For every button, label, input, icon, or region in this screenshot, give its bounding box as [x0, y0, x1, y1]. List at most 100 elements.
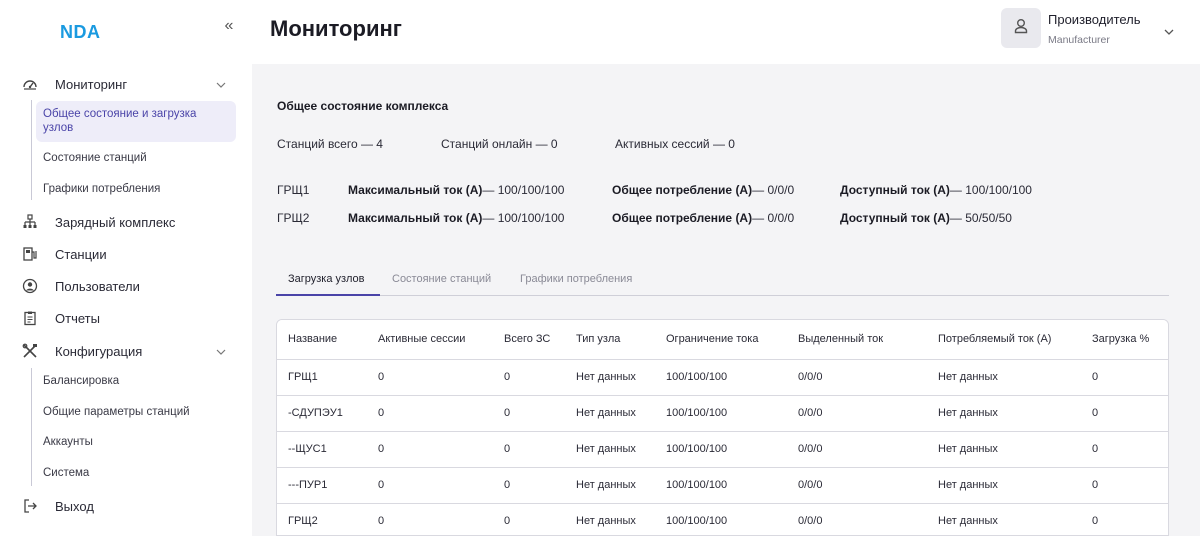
table-row[interactable]: ---ПУР1 0 0 Нет данных 100/100/100 0/0/0… — [277, 468, 1168, 504]
column-header[interactable]: Ограничение тока — [666, 333, 758, 345]
table-cell: 0 — [378, 407, 385, 419]
logout-icon — [22, 498, 38, 514]
sidebar-item-reports[interactable]: Отчеты — [0, 305, 252, 331]
table-cell: ---ПУР1 — [288, 479, 328, 491]
group-max-current: Максимальный ток (А)— 100/100/100 — [348, 211, 564, 225]
max-current-value: — 100/100/100 — [482, 183, 565, 197]
clipboard-icon — [22, 310, 38, 326]
consumption-value: — 0/0/0 — [752, 183, 795, 197]
table-cell: 0 — [378, 515, 385, 527]
consumption-label: Общее потребление (А) — [612, 183, 753, 197]
sidebar-item-logout[interactable]: Выход — [0, 493, 252, 519]
submenu-divider — [31, 100, 32, 200]
table-row[interactable]: ГРЩ2 0 0 Нет данных 100/100/100 0/0/0 Не… — [277, 504, 1168, 535]
sidebar: NDA « Мониторинг Общее состояние и загру… — [0, 0, 252, 536]
table-cell: 100/100/100 — [666, 479, 728, 491]
table-cell: 0/0/0 — [798, 515, 823, 527]
sidebar-subitem-overview[interactable]: Общее состояние и загрузка узлов — [43, 107, 223, 135]
max-current-label: Максимальный ток (А) — [348, 211, 483, 225]
chevron-up-icon — [215, 78, 227, 90]
group-max-current: Максимальный ток (А)— 100/100/100 — [348, 183, 564, 197]
column-header[interactable]: Загрузка % — [1092, 333, 1149, 345]
table-row[interactable]: -СДУПЭУ1 0 0 Нет данных 100/100/100 0/0/… — [277, 396, 1168, 432]
sidebar-subitem-system[interactable]: Система — [43, 467, 89, 479]
table-cell: 0/0/0 — [798, 407, 823, 419]
table-cell: 0/0/0 — [798, 371, 823, 383]
available-current-label: Доступный ток (А) — [840, 211, 950, 225]
group-consumption: Общее потребление (А)— 0/0/0 — [612, 183, 794, 197]
table-cell: 0 — [504, 407, 511, 419]
table-cell: -СДУПЭУ1 — [288, 407, 343, 419]
table-cell: 0 — [504, 371, 511, 383]
table-cell: 0 — [504, 443, 511, 455]
page-title: Мониторинг — [270, 16, 402, 41]
table-cell: 0 — [504, 479, 511, 491]
table-header: Название Активные сессии Всего ЗС Тип уз… — [277, 320, 1168, 360]
user-role: Manufacturer — [1048, 34, 1110, 46]
charging-station-icon — [22, 246, 38, 262]
sidebar-item-charging-complex[interactable]: Зарядный комплекс — [0, 209, 252, 235]
table-cell: ГРЩ2 — [288, 515, 318, 527]
column-header[interactable]: Выделенный ток — [798, 333, 883, 345]
consumption-label: Общее потребление (А) — [612, 211, 753, 225]
user-icon — [1012, 17, 1030, 40]
collapse-sidebar-button[interactable]: « — [220, 17, 238, 37]
chevron-down-icon[interactable] — [1163, 24, 1175, 35]
sidebar-item-label: Станции — [55, 246, 107, 262]
sidebar-subitem-accounts[interactable]: Аккаунты — [43, 436, 93, 448]
stations-online: Станций онлайн — 0 — [441, 137, 558, 151]
table-cell: 0 — [378, 443, 385, 455]
sidebar-subitem-balancing[interactable]: Балансировка — [43, 375, 119, 387]
sidebar-item-label: Выход — [55, 498, 94, 514]
sidebar-item-label: Мониторинг — [55, 76, 128, 92]
tab-consumption-charts[interactable]: Графики потребления — [520, 273, 632, 285]
sidebar-item-stations[interactable]: Станции — [0, 241, 252, 267]
stations-total: Станций всего — 4 — [277, 137, 383, 151]
active-tab-indicator — [276, 294, 380, 296]
column-header[interactable]: Тип узла — [576, 333, 620, 345]
table-cell: Нет данных — [576, 479, 636, 491]
table-cell: 100/100/100 — [666, 407, 728, 419]
chevron-up-icon — [215, 345, 227, 357]
table-row[interactable]: ГРЩ1 0 0 Нет данных 100/100/100 0/0/0 Не… — [277, 360, 1168, 396]
table-cell: 0 — [1092, 515, 1099, 527]
sidebar-item-monitoring[interactable]: Мониторинг — [0, 71, 252, 97]
table-cell: 0 — [504, 515, 511, 527]
sidebar-item-label: Отчеты — [55, 310, 100, 326]
user-avatar[interactable] — [1001, 8, 1041, 48]
sidebar-item-label: Пользователи — [55, 278, 140, 294]
group-consumption: Общее потребление (А)— 0/0/0 — [612, 211, 794, 225]
table-cell: Нет данных — [576, 515, 636, 527]
max-current-value: — 100/100/100 — [482, 211, 565, 225]
tab-node-load[interactable]: Загрузка узлов — [288, 273, 364, 285]
table-row[interactable]: --ЩУС1 0 0 Нет данных 100/100/100 0/0/0 … — [277, 432, 1168, 468]
sidebar-item-configuration[interactable]: Конфигурация — [0, 338, 252, 364]
sidebar-item-label: Конфигурация — [55, 343, 143, 359]
tools-icon — [22, 343, 38, 359]
sidebar-subitem-station-params[interactable]: Общие параметры станций — [43, 406, 190, 418]
column-header[interactable]: Всего ЗС — [504, 333, 550, 345]
table-cell: 0 — [1092, 371, 1099, 383]
table-cell: 0 — [1092, 443, 1099, 455]
column-header[interactable]: Название — [288, 333, 337, 345]
user-name[interactable]: Производитель — [1048, 12, 1141, 27]
max-current-label: Максимальный ток (А) — [348, 183, 483, 197]
group-available-current: Доступный ток (А)— 100/100/100 — [840, 183, 1032, 197]
group-name: ГРЩ1 — [277, 183, 310, 197]
table-cell: ГРЩ1 — [288, 371, 318, 383]
app-logo: NDA — [60, 22, 101, 42]
group-name: ГРЩ2 — [277, 211, 310, 225]
tab-station-status[interactable]: Состояние станций — [392, 273, 491, 285]
available-current-value: — 50/50/50 — [949, 211, 1012, 225]
table-cell: Нет данных — [938, 443, 998, 455]
sidebar-subitem-consumption-charts[interactable]: Графики потребления — [43, 183, 160, 195]
column-header[interactable]: Потребляемый ток (А) — [938, 333, 1051, 345]
table-cell: 0 — [378, 479, 385, 491]
column-header[interactable]: Активные сессии — [378, 333, 465, 345]
table-cell: Нет данных — [938, 515, 998, 527]
sidebar-item-users[interactable]: Пользователи — [0, 273, 252, 299]
sidebar-subitem-station-status[interactable]: Состояние станций — [43, 152, 147, 164]
table-cell: Нет данных — [938, 407, 998, 419]
table-cell: Нет данных — [576, 443, 636, 455]
network-icon — [22, 214, 38, 230]
